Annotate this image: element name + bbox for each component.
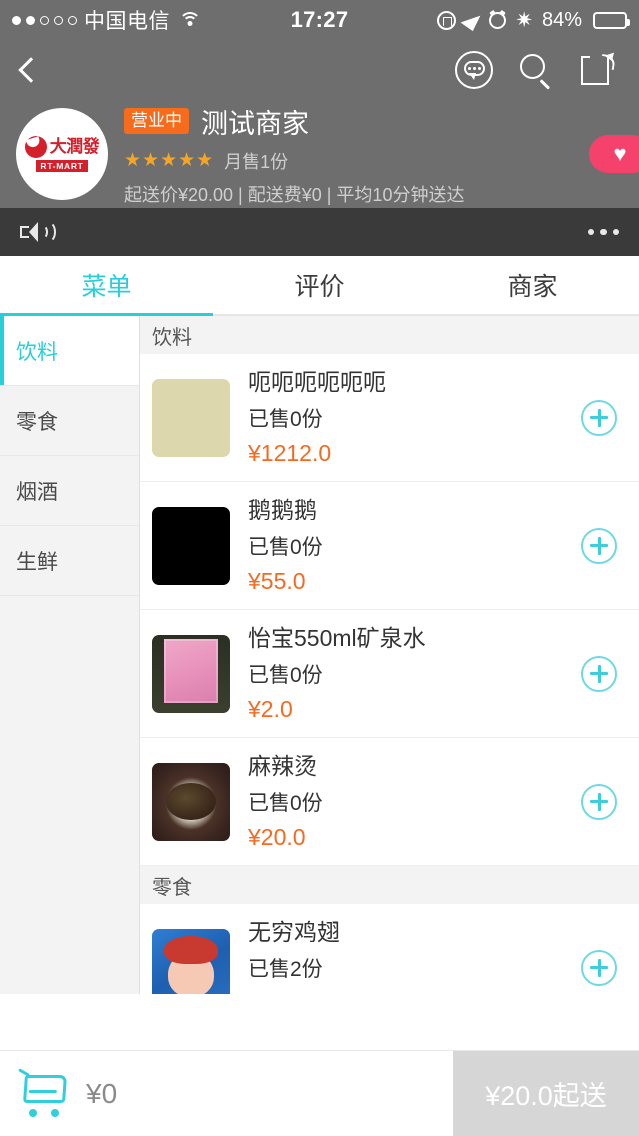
- status-bar: 中国电信 17:27 ✷ 84%: [0, 0, 639, 40]
- heart-icon: ♥: [613, 141, 627, 166]
- product-name: 无穷鸡翅: [248, 918, 340, 945]
- plus-icon[interactable]: [581, 655, 617, 692]
- clock-label: 17:27: [290, 7, 349, 32]
- chat-bubble-icon[interactable]: [455, 51, 493, 89]
- shop-logo-en: RT-MART: [36, 159, 88, 173]
- product-sold-count: 已售2份: [248, 958, 323, 982]
- rtmart-swirl-icon: [24, 135, 47, 158]
- product-price: ¥20.0: [248, 824, 306, 851]
- delivery-meta-label: 起送价¥20.00 | 配送费¥0 | 平均10分钟送达: [124, 184, 465, 205]
- back-chevron-icon[interactable]: [18, 57, 44, 83]
- plus-icon[interactable]: [581, 527, 617, 564]
- product-info: 无穷鸡翅已售2份 ¥8.0: [248, 918, 581, 994]
- rating-stars: ★★★★★: [124, 150, 215, 171]
- app-screen: 中国电信 17:27 ✷ 84% 大潤發 RT-MART 营业中 测试商家 ★★…: [0, 0, 639, 1136]
- product-row[interactable]: 怡宝550ml矿泉水 已售0份 ¥2.0: [140, 610, 639, 738]
- menu-body: 饮料 零食 烟酒 生鲜 饮料 呃呃呃呃呃呃 已售0份 ¥1212.0 鹅鹅鹅 已售0份 ¥55.0…: [0, 316, 639, 994]
- product-name: 麻辣烫: [248, 752, 317, 779]
- shop-logo: 大潤發 RT-MART: [16, 108, 108, 200]
- product-price: ¥8.0: [248, 990, 581, 994]
- share-icon[interactable]: [579, 51, 617, 89]
- product-thumbnail: [152, 928, 230, 994]
- announcement-bar: [0, 208, 639, 256]
- product-row[interactable]: 麻辣烫已售0份 ¥20.0: [140, 738, 639, 866]
- product-info: 怡宝550ml矿泉水 已售0份 ¥2.0: [248, 624, 581, 724]
- tab-bar: 菜单 评价 商家: [0, 256, 639, 316]
- tab-1[interactable]: 评价: [213, 256, 426, 314]
- category-sidebar: 饮料 零食 烟酒 生鲜: [0, 316, 140, 994]
- shop-info: 营业中 测试商家 ★★★★★ 月售1份 起送价¥20.00 | 配送费¥0 | …: [124, 102, 623, 207]
- tab-0[interactable]: 菜单: [0, 256, 213, 314]
- bottom-bar: ¥0 ¥20.0起送: [0, 1050, 639, 1136]
- product-price: ¥1212.0: [248, 440, 332, 467]
- shop-header: 大潤發 RT-MART 营业中 测试商家 ★★★★★ 月售1份 起送价¥20.0…: [0, 100, 639, 208]
- section-header: 零食: [140, 866, 639, 904]
- sidebar-item-1[interactable]: 零食: [0, 386, 139, 456]
- product-name: 怡宝550ml矿泉水: [248, 624, 426, 651]
- product-sold-count: 已售0份: [248, 792, 323, 816]
- shopping-cart-icon: [18, 1067, 68, 1117]
- sidebar-item-0[interactable]: 饮料: [0, 316, 139, 386]
- favorite-button[interactable]: ♥: [589, 135, 639, 173]
- more-dots-icon[interactable]: [587, 228, 619, 236]
- speaker-icon[interactable]: [20, 221, 56, 243]
- tab-2[interactable]: 商家: [426, 256, 639, 314]
- product-price: ¥2.0: [248, 696, 293, 723]
- product-thumbnail: [152, 378, 230, 457]
- shop-logo-cn: 大潤發: [49, 137, 100, 157]
- plus-icon[interactable]: [581, 949, 617, 986]
- section-header: 饮料: [140, 316, 639, 354]
- product-name: 鹅鹅鹅: [248, 496, 317, 523]
- product-thumbnail: [152, 506, 230, 585]
- product-price: ¥55.0: [248, 568, 306, 595]
- month-sold-label: 月售1份: [224, 151, 289, 172]
- product-sold-count: 已售0份: [248, 536, 323, 560]
- shop-name: 测试商家: [201, 108, 309, 139]
- status-badge: 营业中: [124, 108, 189, 134]
- cart-total-label: ¥0: [86, 1077, 118, 1109]
- product-info: 麻辣烫已售0份 ¥20.0: [248, 752, 581, 852]
- product-thumbnail: [152, 634, 230, 713]
- battery-icon: [593, 11, 630, 29]
- cart-button[interactable]: ¥0: [0, 1067, 118, 1117]
- sidebar-item-3[interactable]: 生鲜: [0, 526, 139, 596]
- navbar-actions: [455, 51, 617, 90]
- sidebar-item-2[interactable]: 烟酒: [0, 456, 139, 526]
- checkout-button[interactable]: ¥20.0起送: [453, 1050, 639, 1136]
- rotation-lock-icon: [437, 10, 457, 30]
- product-info: 鹅鹅鹅已售0份 ¥55.0: [248, 496, 581, 596]
- navigation-bar: [0, 40, 639, 100]
- product-name: 呃呃呃呃呃呃: [248, 368, 386, 395]
- product-info: 呃呃呃呃呃呃 已售0份 ¥1212.0: [248, 368, 581, 468]
- product-sold-count: 已售0份: [248, 664, 323, 688]
- search-icon[interactable]: [517, 51, 555, 90]
- product-list[interactable]: 饮料 呃呃呃呃呃呃 已售0份 ¥1212.0 鹅鹅鹅 已售0份 ¥55.0 怡宝550ml矿泉…: [140, 316, 639, 994]
- alarm-clock-icon: [489, 11, 507, 29]
- product-thumbnail: [152, 762, 230, 841]
- product-row[interactable]: 呃呃呃呃呃呃 已售0份 ¥1212.0: [140, 354, 639, 482]
- product-sold-count: 已售0份: [248, 408, 323, 432]
- plus-icon[interactable]: [581, 783, 617, 820]
- product-row[interactable]: 无穷鸡翅已售2份 ¥8.0: [140, 904, 639, 994]
- product-row[interactable]: 鹅鹅鹅已售0份 ¥55.0: [140, 482, 639, 610]
- plus-icon[interactable]: [581, 399, 617, 436]
